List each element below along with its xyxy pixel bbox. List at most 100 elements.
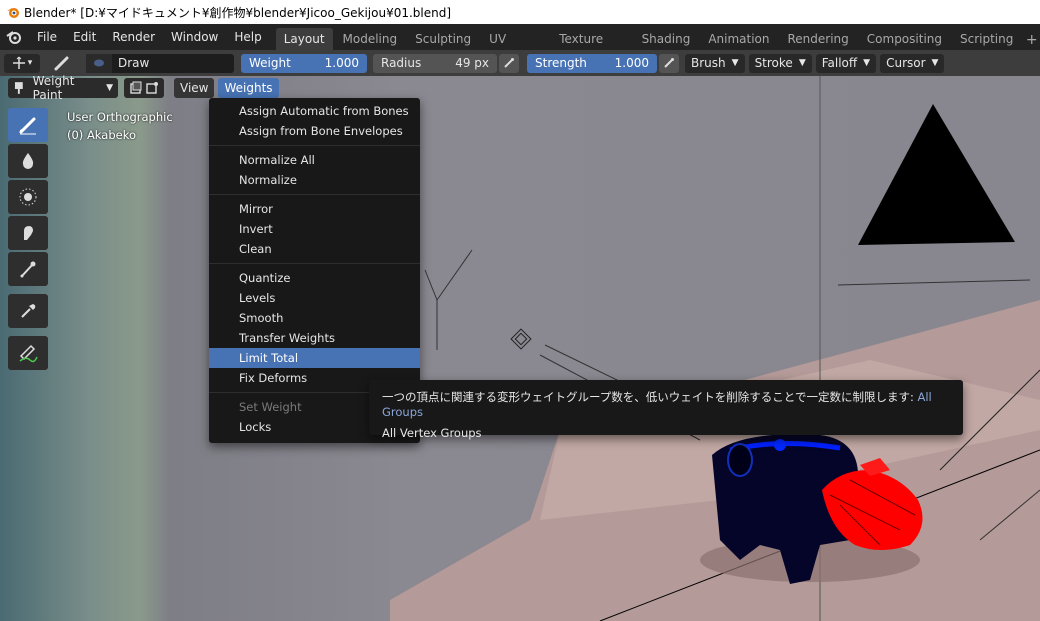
- mask-toggle-group[interactable]: [124, 78, 164, 98]
- add-workspace-button[interactable]: +: [1023, 30, 1040, 50]
- face-mask-icon[interactable]: [129, 81, 143, 95]
- chevron-down-icon: ▼: [931, 58, 939, 68]
- menu-item-mirror[interactable]: Mirror: [209, 199, 420, 219]
- tool-draw[interactable]: [8, 108, 48, 142]
- tool-gradient[interactable]: [8, 252, 48, 286]
- strength-label: Strength: [535, 56, 587, 70]
- menu-separator: [209, 141, 420, 150]
- weight-value: 1.000: [324, 56, 359, 70]
- tab-compositing[interactable]: Compositing: [859, 28, 950, 50]
- menu-item-assign-from-bone-envelopes[interactable]: Assign from Bone Envelopes: [209, 121, 420, 141]
- tab-uv-editing[interactable]: UV Editing: [481, 28, 549, 68]
- menu-item-levels[interactable]: Levels: [209, 288, 420, 308]
- menu-item-normalize-all[interactable]: Normalize All: [209, 150, 420, 170]
- menu-item-assign-automatic-from-bones[interactable]: Assign Automatic from Bones: [209, 101, 420, 121]
- draw-brush-icon: [19, 117, 36, 135]
- tab-animation[interactable]: Animation: [700, 28, 777, 50]
- scene-render: [390, 76, 1040, 621]
- menu-file[interactable]: File: [29, 24, 65, 50]
- blender-menu-icon[interactable]: [0, 24, 29, 50]
- chevron-down-icon: ▼: [798, 58, 806, 68]
- tab-rendering[interactable]: Rendering: [780, 28, 857, 50]
- menu-separator: [209, 259, 420, 268]
- chevron-down-icon: ▼: [731, 58, 739, 68]
- falloff-dropdown[interactable]: Falloff ▼: [815, 53, 877, 73]
- eyedropper-icon: [21, 304, 36, 318]
- vertex-mask-icon[interactable]: [145, 81, 159, 95]
- weight-slider[interactable]: Weight 1.000: [241, 53, 367, 73]
- brush-preview-icon: [86, 53, 112, 73]
- window-titlebar: Blender* [D:¥マイドキュメント¥創作物¥blender¥Jicoo_…: [0, 0, 1040, 24]
- stroke-dropdown-label: Stroke: [754, 56, 793, 70]
- tool-blur[interactable]: [8, 144, 48, 178]
- editor-type-dropdown[interactable]: ▾: [4, 53, 40, 73]
- blur-drop-icon: [22, 153, 34, 169]
- tooltip-description: 一つの頂点に関連する変形ウェイトグループ数を、低いウェイトを削除することで一定数…: [382, 390, 914, 404]
- radius-slider[interactable]: Radius 49 px: [373, 53, 497, 73]
- menu-item-invert[interactable]: Invert: [209, 219, 420, 239]
- menu-item-smooth[interactable]: Smooth: [209, 308, 420, 328]
- brush-name: Draw: [118, 56, 150, 70]
- annotate-pencil-icon: [19, 344, 38, 363]
- tab-shading[interactable]: Shading: [634, 28, 699, 50]
- chevron-down-icon: ▼: [106, 83, 113, 93]
- menu-item-normalize[interactable]: Normalize: [209, 170, 420, 190]
- tab-texture-paint[interactable]: Texture Paint: [551, 28, 631, 68]
- tab-modeling[interactable]: Modeling: [335, 28, 406, 50]
- strength-pressure-toggle[interactable]: [659, 53, 679, 73]
- menu-edit[interactable]: Edit: [65, 24, 104, 50]
- menu-help[interactable]: Help: [226, 24, 269, 50]
- blender-logo-icon: [7, 8, 19, 18]
- stroke-dropdown[interactable]: Stroke ▼: [748, 53, 812, 73]
- viewport-header: Weight Paint ▼ View Weights: [0, 74, 1040, 102]
- cursor-dropdown[interactable]: Cursor ▼: [880, 53, 945, 73]
- object-name-label: (0) Akabeko: [67, 128, 136, 142]
- cursor-dropdown-label: Cursor: [886, 56, 926, 70]
- menu-item-transfer-weights[interactable]: Transfer Weights: [209, 328, 420, 348]
- tool-settings-header: ▾ Draw Weight 1.000 Radius 49 px Strengt…: [0, 50, 1040, 76]
- falloff-dropdown-label: Falloff: [821, 56, 858, 70]
- transform-tool-icon: [12, 56, 25, 69]
- tab-layout[interactable]: Layout: [275, 28, 333, 50]
- strength-value: 1.000: [614, 56, 649, 70]
- radius-label: Radius: [381, 56, 422, 70]
- menu-item-clean[interactable]: Clean: [209, 239, 420, 259]
- tool-shelf: [8, 108, 50, 372]
- menu-weights[interactable]: Weights: [218, 78, 279, 98]
- workspace-tabs: Layout Modeling Sculpting UV Editing Tex…: [275, 24, 1040, 68]
- gradient-icon: [20, 261, 36, 278]
- chevron-down-icon: ▾: [27, 58, 33, 68]
- weight-paint-mode-icon: [14, 82, 23, 94]
- tab-scripting[interactable]: Scripting: [952, 28, 1021, 50]
- 3d-viewport[interactable]: User Orthographic (0) Akabeko: [0, 76, 1040, 621]
- mode-label: Weight Paint: [32, 74, 75, 102]
- tooltip-line-1: 一つの頂点に関連する変形ウェイトグループ数を、低いウェイトを削除することで一定数…: [382, 389, 950, 419]
- top-menu-bar: File Edit Render Window Help Layout Mode…: [0, 24, 1040, 68]
- weight-label: Weight: [249, 56, 291, 70]
- tool-average[interactable]: [8, 180, 48, 214]
- menu-item-quantize[interactable]: Quantize: [209, 268, 420, 288]
- mode-dropdown[interactable]: Weight Paint ▼: [8, 74, 118, 102]
- tool-annotate[interactable]: [8, 336, 48, 370]
- pen-pressure-icon: [504, 58, 514, 68]
- brush-dropdown[interactable]: Brush ▼: [685, 53, 745, 73]
- brush-tool-icon[interactable]: [48, 54, 76, 73]
- chevron-down-icon: ▼: [863, 58, 871, 68]
- tooltip-line-2: All Vertex Groups: [382, 426, 482, 440]
- average-icon: [19, 188, 37, 206]
- menu-window[interactable]: Window: [163, 24, 226, 50]
- tool-smear[interactable]: [8, 216, 48, 250]
- tab-sculpting[interactable]: Sculpting: [407, 28, 479, 50]
- limit-total-tooltip: 一つの頂点に関連する変形ウェイトグループ数を、低いウェイトを削除することで一定数…: [369, 380, 963, 440]
- pen-pressure-icon: [664, 58, 674, 68]
- brush-dropdown-label: Brush: [691, 56, 726, 70]
- brush-selector[interactable]: Draw: [86, 53, 234, 73]
- radius-pressure-toggle[interactable]: [499, 53, 519, 73]
- menu-view[interactable]: View: [174, 78, 215, 98]
- view-name-label: User Orthographic: [67, 110, 173, 124]
- strength-slider[interactable]: Strength 1.000: [527, 53, 657, 73]
- tool-sample-weight[interactable]: [8, 294, 48, 328]
- radius-value: 49 px: [455, 56, 489, 70]
- menu-render[interactable]: Render: [104, 24, 163, 50]
- menu-item-limit-total[interactable]: Limit Total: [209, 348, 420, 368]
